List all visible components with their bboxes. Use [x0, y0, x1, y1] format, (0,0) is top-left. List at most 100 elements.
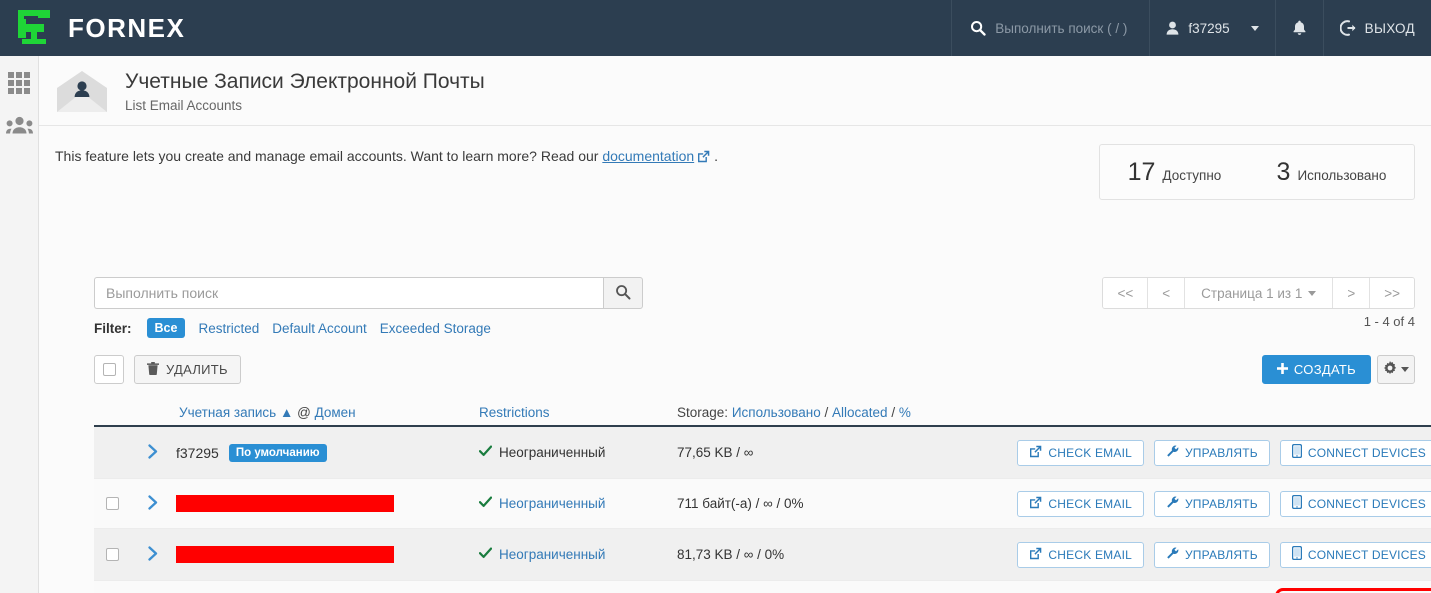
- manage-button[interactable]: УПРАВЛЯТЬ: [1153, 439, 1270, 466]
- chevron-down-icon: [1308, 290, 1317, 296]
- chevron-down-icon: [1401, 367, 1409, 372]
- expand-row-toggle[interactable]: [130, 443, 176, 462]
- logout-button[interactable]: ВЫХОД: [1322, 0, 1431, 56]
- search-icon: [615, 284, 631, 303]
- grid-icon: [8, 72, 30, 94]
- filter-label: Filter:: [94, 320, 132, 336]
- filter-restricted[interactable]: Restricted: [198, 321, 259, 336]
- pagination-first[interactable]: <<: [1103, 278, 1148, 308]
- bulk-toolbar: УДАЛИТЬ: [94, 355, 241, 384]
- delete-button[interactable]: УДАЛИТЬ: [134, 355, 241, 384]
- restrictions-cell[interactable]: Неограниченный: [478, 547, 677, 562]
- check-email-button-label: CHECK EMAIL: [1048, 496, 1132, 511]
- available-label: Доступно: [1162, 167, 1222, 183]
- check-icon: [478, 445, 493, 460]
- check-email-button-label: CHECK EMAIL: [1048, 445, 1132, 460]
- search-input[interactable]: [94, 277, 603, 309]
- account-name: f37295: [176, 444, 219, 461]
- sign-out-icon: [1339, 20, 1356, 36]
- create-button[interactable]: СОЗДАТЬ: [1261, 355, 1371, 384]
- restriction-label: Неограниченный: [499, 547, 606, 562]
- rail-item-users[interactable]: [0, 94, 38, 137]
- pagination-last[interactable]: >>: [1369, 278, 1414, 308]
- storage-percent-sort[interactable]: %: [899, 405, 911, 420]
- checkbox-box: [105, 548, 119, 561]
- chevron-right-icon: [147, 494, 159, 513]
- external-link-icon: [697, 150, 710, 166]
- pagination-prev[interactable]: <: [1147, 278, 1185, 308]
- sort-asc-icon: ▲: [276, 404, 294, 420]
- expand-row-toggle[interactable]: [130, 494, 176, 513]
- storage-cell: 77,65 KB / ∞: [677, 445, 754, 460]
- connect-devices-button[interactable]: CONNECT DEVICES: [1279, 439, 1431, 466]
- wrench-icon: [1166, 445, 1179, 461]
- fornex-logo-icon: [14, 8, 54, 48]
- row-select-checkbox[interactable]: [94, 548, 130, 561]
- result-range: 1 - 4 of 4: [1363, 314, 1415, 329]
- mobile-device-icon: [1291, 545, 1302, 563]
- header-search[interactable]: Выполнить поиск ( / ): [951, 0, 1149, 56]
- header-search-placeholder: Выполнить поиск ( / ): [995, 20, 1128, 36]
- filter-exceeded-storage[interactable]: Exceeded Storage: [380, 321, 491, 336]
- restriction-label: Неограниченный: [499, 496, 606, 511]
- create-label: СОЗДАТЬ: [1293, 362, 1356, 377]
- select-all-checkbox[interactable]: [94, 355, 124, 384]
- filter-all[interactable]: Все: [146, 318, 186, 338]
- gear-icon: [1383, 361, 1397, 378]
- table-row: Неограниченный 711 байт(-а) / ∞ / 0% CHECK…: [94, 478, 1431, 529]
- row-select-checkbox[interactable]: [94, 497, 130, 510]
- check-email-button[interactable]: CHECK EMAIL: [1017, 490, 1144, 517]
- column-header-storage: Storage: Использовано / Allocated / %: [677, 404, 911, 420]
- table-header-row: Учетная запись ▲ @ Домен Restrictions St…: [94, 399, 1431, 427]
- manage-button[interactable]: УПРАВЛЯТЬ: [1153, 490, 1270, 517]
- storage-used-sort[interactable]: Использовано: [732, 405, 821, 420]
- rail-item-apps[interactable]: [0, 56, 38, 94]
- redacted-email-address: [176, 495, 394, 512]
- check-email-button[interactable]: CHECK EMAIL: [1017, 439, 1144, 466]
- manage-button[interactable]: УПРАВЛЯТЬ: [1153, 541, 1270, 568]
- mobile-device-icon: [1291, 494, 1302, 512]
- connect-devices-button[interactable]: CONNECT DEVICES: [1279, 490, 1431, 517]
- page-subtitle: List Email Accounts: [125, 98, 243, 114]
- intro-before: This feature lets you create and manage …: [55, 148, 599, 164]
- pagination-next[interactable]: >: [1332, 278, 1370, 308]
- external-link-icon: [1029, 547, 1042, 563]
- delete-label: УДАЛИТЬ: [166, 362, 228, 377]
- documentation-link[interactable]: documentation: [602, 148, 694, 164]
- search-submit-button[interactable]: [603, 277, 643, 309]
- connect-devices-button[interactable]: CONNECT DEVICES: [1279, 541, 1431, 568]
- brand[interactable]: FORNEX: [0, 8, 320, 48]
- search-bar: [94, 277, 643, 309]
- restrictions-cell[interactable]: Неограниченный: [478, 496, 677, 511]
- manage-button-label: УПРАВЛЯТЬ: [1184, 547, 1258, 562]
- quota-stats-box: 17 Доступно 3 Использовано: [1099, 144, 1415, 200]
- table-body: f37295 По умолчанию Неограниченный 77,65 KB…: [94, 427, 1431, 593]
- notifications-button[interactable]: [1274, 0, 1323, 56]
- column-header-restrictions[interactable]: Restrictions: [479, 405, 677, 420]
- table-row: f37295 По умолчанию Неограниченный 77,65 KB…: [94, 427, 1431, 478]
- column-header-account[interactable]: Учетная запись ▲ @ Домен: [94, 405, 479, 420]
- table-row: Неограниченный 81,73 KB / ∞ / 0% CHECK EMA…: [94, 529, 1431, 580]
- bell-icon: [1292, 20, 1307, 36]
- mobile-device-icon: [1291, 443, 1302, 461]
- chevron-down-icon: [1250, 25, 1259, 31]
- check-email-button-label: CHECK EMAIL: [1048, 547, 1132, 562]
- chevron-right-icon: [147, 443, 159, 462]
- external-link-icon: [1029, 496, 1042, 512]
- check-email-button[interactable]: CHECK EMAIL: [1017, 541, 1144, 568]
- account-cell: [176, 495, 479, 512]
- expand-row-toggle[interactable]: [130, 545, 176, 564]
- filter-default-account[interactable]: Default Account: [272, 321, 367, 336]
- settings-dropdown-button[interactable]: [1377, 355, 1415, 384]
- column-header-domain: Домен: [314, 404, 356, 420]
- plus-icon: [1276, 362, 1288, 377]
- row-actions: CHECK EMAIL УПРАВЛЯТЬ CONNECT DEVICES: [1017, 439, 1431, 466]
- user-icon: [1166, 21, 1179, 35]
- logout-label: ВЫХОД: [1364, 20, 1415, 36]
- connect-devices-button-label: CONNECT DEVICES: [1307, 496, 1426, 511]
- external-link-icon: [1029, 445, 1042, 461]
- storage-allocated-sort[interactable]: Allocated: [832, 405, 888, 420]
- pagination-page-select[interactable]: Страница 1 из 1: [1184, 278, 1333, 308]
- storage-cell: 711 байт(-а) / ∞ / 0%: [677, 496, 804, 511]
- user-menu[interactable]: f37295: [1149, 0, 1274, 56]
